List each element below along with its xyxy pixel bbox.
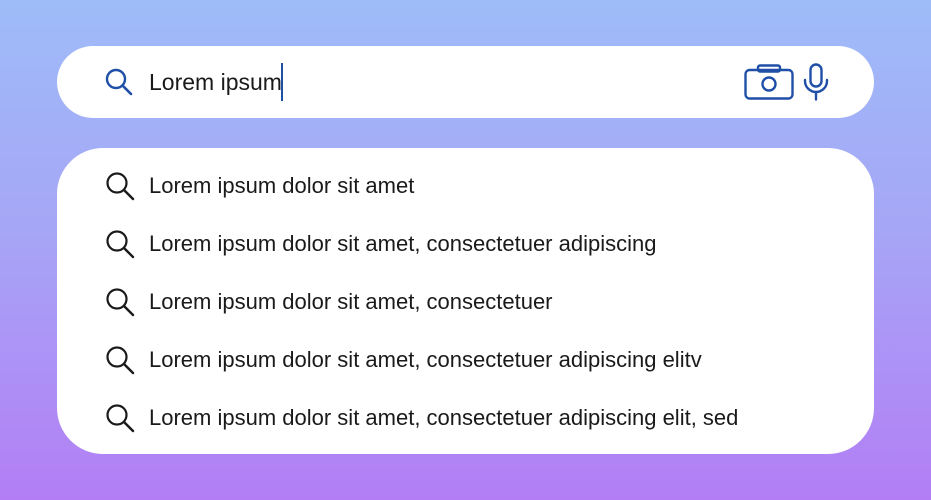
suggestion-item[interactable]: Lorem ipsum dolor sit amet: [57, 157, 874, 215]
suggestion-item[interactable]: Lorem ipsum dolor sit amet, consectetuer…: [57, 389, 874, 447]
text-cursor: [281, 63, 283, 101]
suggestion-item[interactable]: Lorem ipsum dolor sit amet, consectetuer: [57, 273, 874, 331]
search-icon: [104, 286, 136, 318]
search-icon: [104, 228, 136, 260]
camera-icon[interactable]: [744, 64, 794, 100]
suggestion-text: Lorem ipsum dolor sit amet: [149, 173, 415, 198]
search-icon: [104, 67, 134, 97]
search-bar[interactable]: [57, 46, 874, 118]
suggestion-text: Lorem ipsum dolor sit amet, consectetuer…: [149, 347, 702, 372]
search-icon: [104, 344, 136, 376]
suggestion-text: Lorem ipsum dolor sit amet, consectetuer: [149, 289, 553, 314]
suggestion-text: Lorem ipsum dolor sit amet, consectetuer…: [149, 231, 657, 256]
search-icon: [104, 170, 136, 202]
search-icon: [104, 402, 136, 434]
suggestion-item[interactable]: Lorem ipsum dolor sit amet, consectetuer…: [57, 331, 874, 389]
microphone-icon[interactable]: [802, 63, 830, 101]
search-input[interactable]: [149, 64, 709, 100]
suggestion-list: Lorem ipsum dolor sit amet Lorem ipsum d…: [57, 148, 874, 454]
suggestion-item[interactable]: Lorem ipsum dolor sit amet, consectetuer…: [57, 215, 874, 273]
suggestion-text: Lorem ipsum dolor sit amet, consectetuer…: [149, 405, 739, 430]
